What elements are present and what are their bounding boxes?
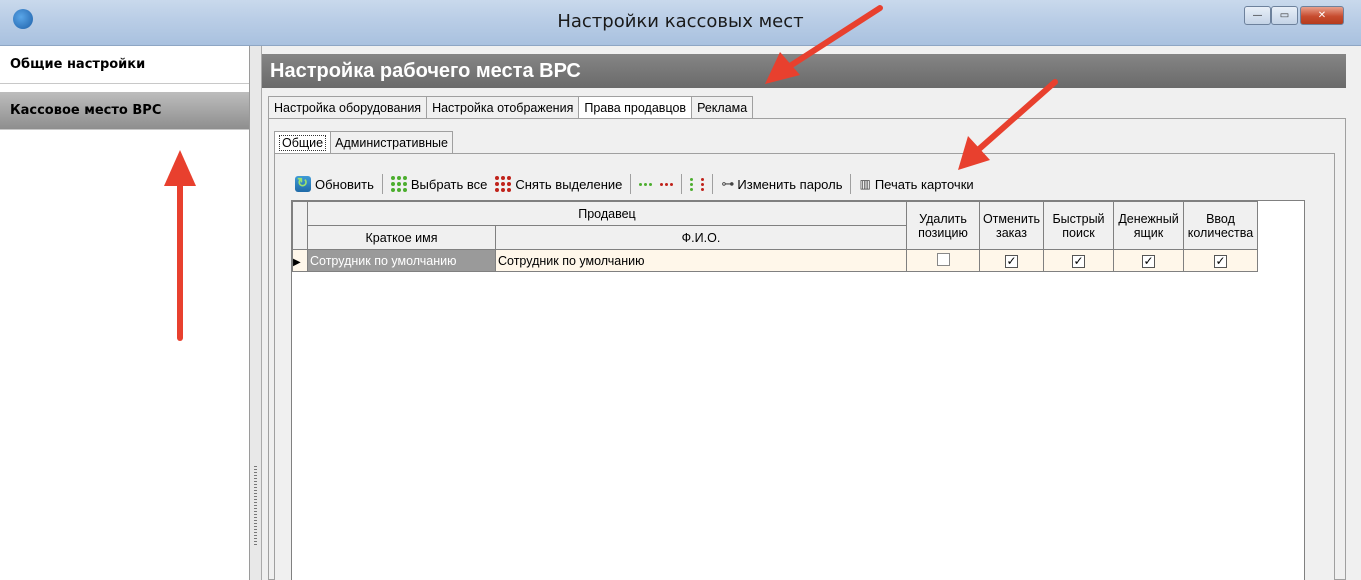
deselect-row-icon bbox=[660, 182, 674, 186]
cell-delete-position[interactable] bbox=[906, 249, 980, 272]
window-title: Настройки кассовых мест bbox=[557, 11, 804, 32]
select-column-icon bbox=[690, 177, 694, 191]
deselect-column-button[interactable] bbox=[697, 173, 708, 195]
deselect-button[interactable]: Снять выделение bbox=[491, 173, 626, 195]
checkbox-cash-drawer[interactable]: ✓ bbox=[1142, 254, 1155, 268]
col-short-name[interactable]: Краткое имя bbox=[307, 225, 496, 250]
refresh-icon bbox=[295, 175, 311, 192]
select-all-icon bbox=[390, 176, 407, 192]
row-indicator-header bbox=[292, 201, 308, 250]
toolbar-separator bbox=[850, 174, 852, 194]
splitter-grip[interactable] bbox=[254, 466, 257, 546]
sub-tab-pane: Обновить Выбрать все Снять выделение bbox=[274, 153, 1335, 580]
col-full-name[interactable]: Ф.И.О. bbox=[495, 225, 907, 250]
deselect-row-button[interactable] bbox=[656, 173, 677, 195]
main-tabs: Настройка оборудования Настройка отображ… bbox=[268, 96, 754, 118]
col-quantity-input[interactable]: Ввод количества bbox=[1183, 201, 1258, 250]
select-all-label: Выбрать все bbox=[410, 176, 488, 192]
sub-tabs: Общие Административные bbox=[274, 131, 453, 153]
cell-short-name[interactable]: Сотрудник по умолчанию bbox=[307, 249, 496, 272]
toolbar-separator bbox=[681, 174, 683, 194]
checkbox-quick-search[interactable]: ✓ bbox=[1072, 254, 1085, 268]
title-bar: Настройки кассовых мест — ▭ ✕ bbox=[0, 0, 1361, 46]
checkbox-delete-position[interactable] bbox=[936, 252, 950, 266]
sidebar-item-general[interactable]: Общие настройки bbox=[0, 46, 249, 84]
select-all-button[interactable]: Выбрать все bbox=[387, 173, 491, 195]
tab-equipment[interactable]: Настройка оборудования bbox=[268, 96, 428, 118]
toolbar-separator bbox=[712, 174, 714, 194]
print-card-label: Печать карточки bbox=[874, 176, 974, 192]
tab-general-label: Общие bbox=[279, 134, 327, 151]
select-row-button[interactable] bbox=[635, 173, 656, 195]
print-card-button[interactable]: ▥ Печать карточки bbox=[855, 173, 977, 195]
checkbox-cancel-order[interactable]: ✓ bbox=[1005, 254, 1018, 268]
sidebar: Общие настройки Кассовое место ВРС bbox=[0, 46, 250, 580]
checkbox-quantity-input[interactable]: ✓ bbox=[1214, 254, 1227, 268]
barcode-icon: ▥ bbox=[859, 177, 871, 191]
tab-display[interactable]: Настройка отображения bbox=[427, 96, 580, 118]
refresh-button[interactable]: Обновить bbox=[291, 173, 378, 195]
tab-seller-rights[interactable]: Права продавцов bbox=[579, 96, 693, 118]
col-cancel-order[interactable]: Отменить заказ bbox=[979, 201, 1044, 250]
change-password-button[interactable]: ⊶ Изменить пароль bbox=[717, 173, 846, 195]
tab-advertising[interactable]: Реклама bbox=[692, 96, 754, 118]
sellers-grid[interactable]: Продавец Удалить позицию Отменить заказ … bbox=[291, 200, 1305, 580]
refresh-label: Обновить bbox=[315, 176, 374, 192]
sidebar-item-cash-desk[interactable]: Кассовое место ВРС bbox=[0, 92, 249, 130]
minimize-button[interactable]: — bbox=[1244, 6, 1271, 25]
maximize-button[interactable]: ▭ bbox=[1271, 6, 1298, 25]
cell-full-name[interactable]: Сотрудник по умолчанию bbox=[495, 249, 907, 272]
col-cash-drawer[interactable]: Денежный ящик bbox=[1113, 201, 1184, 250]
tab-general[interactable]: Общие bbox=[274, 131, 332, 153]
tab-pane: Общие Административные Обновить Выбрать … bbox=[268, 118, 1346, 580]
cell-cancel-order[interactable]: ✓ bbox=[979, 249, 1044, 272]
cell-cash-drawer[interactable]: ✓ bbox=[1113, 249, 1184, 272]
window-controls: — ▭ ✕ bbox=[1244, 6, 1344, 25]
toolbar-separator bbox=[381, 174, 383, 194]
cell-quantity-input[interactable]: ✓ bbox=[1183, 249, 1258, 272]
deselect-icon bbox=[495, 176, 512, 192]
close-button[interactable]: ✕ bbox=[1300, 6, 1344, 25]
deselect-label: Снять выделение bbox=[515, 176, 623, 192]
page-title: Настройка рабочего места ВРС bbox=[262, 54, 1346, 88]
tab-administrative[interactable]: Административные bbox=[331, 131, 453, 153]
toolbar-separator bbox=[630, 174, 632, 194]
change-password-label: Изменить пароль bbox=[737, 176, 843, 192]
main-panel: Настройка рабочего места ВРС Настройка о… bbox=[262, 46, 1361, 580]
deselect-column-icon bbox=[701, 177, 705, 191]
current-row-indicator: ▶ bbox=[292, 249, 308, 272]
row-pointer-icon: ▶ bbox=[293, 256, 301, 268]
select-row-icon bbox=[639, 182, 653, 186]
key-icon: ⊶ bbox=[721, 176, 735, 191]
table-row[interactable]: ▶ Сотрудник по умолчанию Сотрудник по ум… bbox=[292, 249, 1258, 272]
select-column-button[interactable] bbox=[686, 173, 697, 195]
toolbar: Обновить Выбрать все Снять выделение bbox=[291, 172, 978, 196]
cell-quick-search[interactable]: ✓ bbox=[1043, 249, 1114, 272]
col-delete-position[interactable]: Удалить позицию bbox=[906, 201, 980, 250]
col-quick-search[interactable]: Быстрый поиск bbox=[1043, 201, 1114, 250]
seller-group-header: Продавец bbox=[307, 201, 907, 226]
splitter[interactable] bbox=[250, 46, 262, 580]
